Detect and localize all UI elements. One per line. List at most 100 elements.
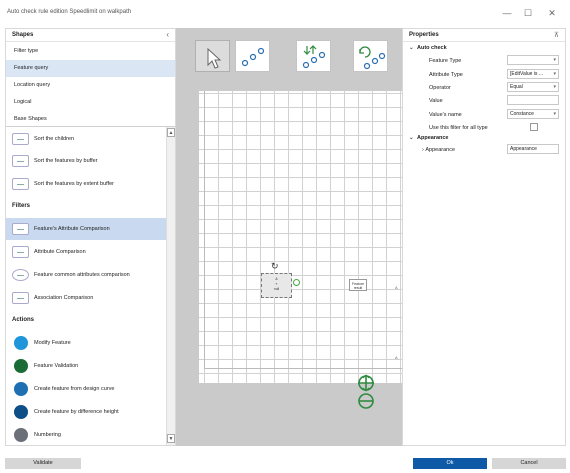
shapes-panel-header: Shapes ‹ — [6, 29, 175, 42]
shape-list-scrollbar[interactable]: ▲ ▼ — [166, 127, 175, 445]
scroll-down-arrow-icon[interactable]: ▼ — [167, 434, 175, 443]
shapes-panel: Shapes ‹ Filter type Feature query Locat… — [5, 28, 176, 446]
ok-button[interactable]: Ok — [413, 458, 487, 469]
table-icon — [12, 246, 29, 258]
category-location-query[interactable]: Location query — [6, 77, 175, 94]
cancel-button[interactable]: Cancel — [492, 458, 566, 469]
auto-check-section[interactable]: ⌄ Auto check — [409, 45, 447, 51]
close-button[interactable]: ✕ — [545, 6, 559, 20]
property-label: Operator — [429, 85, 451, 91]
chevron-down-icon: ▾ — [553, 84, 556, 90]
pointer-tool-button[interactable] — [195, 40, 230, 72]
section-title: Appearance — [417, 135, 449, 141]
circle-icon — [14, 336, 28, 350]
diagram-sheet[interactable]: ↻ & « null Feature result A A — [199, 91, 402, 383]
shape-label: Association Comparison — [34, 295, 94, 301]
connection-point-icon[interactable] — [293, 279, 300, 286]
sheet-border — [204, 91, 402, 369]
property-label: Value's name — [429, 112, 462, 118]
collapse-panel-icon[interactable]: ‹ — [166, 30, 169, 39]
circle-icon — [14, 428, 28, 442]
appearance-value[interactable]: Appearance — [507, 144, 559, 154]
ruler-tick: A — [395, 355, 398, 360]
category-label: Base Shapes — [14, 116, 47, 122]
shape-common-attributes-comparison[interactable]: Feature common attributes comparison — [6, 264, 166, 286]
shape-label: Sort the children — [34, 136, 75, 142]
attribute-type-select[interactable]: [EditValue is ... ▾ — [507, 69, 559, 79]
table-icon — [12, 133, 29, 145]
property-value: [EditValue is ... — [510, 71, 543, 77]
shape-label: Feature's Attribute Comparison — [34, 226, 110, 232]
circle-icon — [14, 359, 28, 373]
category-label: Filter type — [14, 48, 39, 54]
diagram-node-selected[interactable]: & « null — [261, 273, 292, 298]
shape-numbering[interactable]: Numbering — [6, 424, 166, 445]
category-feature-query[interactable]: Feature query — [6, 60, 175, 77]
shape-create-by-difference-height[interactable]: Create feature by difference height — [6, 401, 166, 423]
rotate-handle-icon[interactable]: ↻ — [271, 261, 279, 272]
window-title: Auto check rule edition Speedlimit on wa… — [7, 9, 132, 15]
appearance-section[interactable]: ⌄ Appearance — [409, 135, 449, 141]
category-filter-type[interactable]: Filter type — [6, 43, 175, 60]
diagram-node-feature-result[interactable]: Feature result — [349, 279, 367, 291]
minimize-button[interactable]: — — [500, 6, 514, 20]
table-icon — [12, 155, 29, 167]
shape-sort-children[interactable]: Sort the children — [6, 128, 166, 150]
property-feature-type: Feature Type ▾ — [403, 55, 565, 67]
actions-heading: Actions — [12, 317, 35, 323]
property-value: Constance — [510, 111, 534, 117]
use-filter-all-types-checkbox[interactable] — [530, 123, 538, 131]
property-label: Attribute Type — [429, 72, 463, 78]
shape-attribute-comparison[interactable]: Attribute Comparison — [6, 241, 166, 263]
properties-panel-header: Properties ⊼ — [403, 29, 565, 42]
shape-label: Modify Feature — [34, 340, 71, 346]
category-label: Feature query — [14, 65, 49, 71]
shape-list: Sort the children Sort the features by b… — [6, 127, 166, 445]
shape-label: Create feature from design curve — [34, 386, 115, 392]
validate-button[interactable]: Validate — [5, 458, 81, 469]
shape-label: Attribute Comparison — [34, 249, 86, 255]
shape-feature-validation[interactable]: Feature Validation — [6, 355, 166, 377]
property-label: Feature Type — [429, 58, 462, 64]
ruler-tick: A — [395, 285, 398, 290]
pan-zoom-navigator-icon[interactable] — [355, 374, 377, 410]
property-appearance[interactable]: › Appearance Appearance — [403, 144, 565, 156]
shape-create-from-design-curve[interactable]: Create feature from design curve — [6, 378, 166, 400]
property-operator: Operator Equal ▾ — [403, 82, 565, 94]
scroll-up-arrow-icon[interactable]: ▲ — [167, 128, 175, 137]
shape-feature-attribute-comparison[interactable]: Feature's Attribute Comparison — [6, 218, 166, 240]
values-name-select[interactable]: Constance ▾ — [507, 109, 559, 119]
table-icon — [12, 292, 29, 304]
property-value: Equal — [510, 84, 523, 90]
table-icon — [12, 178, 29, 190]
table-icon — [12, 223, 29, 235]
properties-panel-title: Properties — [409, 32, 439, 38]
operator-select[interactable]: Equal ▾ — [507, 82, 559, 92]
shape-sort-by-extent-buffer[interactable]: Sort the features by extent buffer — [6, 173, 166, 195]
shape-sort-by-buffer[interactable]: Sort the features by buffer — [6, 150, 166, 172]
category-logical[interactable]: Logical — [6, 94, 175, 111]
shape-label: Feature common attributes comparison — [34, 272, 130, 278]
pointer-icon — [207, 47, 222, 69]
loop-connector-icon — [359, 46, 386, 70]
property-label: Value — [429, 98, 443, 104]
category-label: Location query — [14, 82, 51, 88]
connector-icon — [241, 47, 265, 67]
shape-association-comparison[interactable]: Association Comparison — [6, 287, 166, 309]
maximize-button[interactable]: ☐ — [521, 6, 535, 20]
shape-label: Create feature by difference height — [34, 409, 119, 415]
circle-icon — [14, 405, 28, 419]
diagram-canvas[interactable]: ↻ & « null Feature result A A — [176, 28, 402, 446]
feature-type-select[interactable]: ▾ — [507, 55, 559, 65]
value-input[interactable] — [507, 95, 559, 105]
pin-icon[interactable]: ⊼ — [554, 31, 559, 39]
shape-label: Feature Validation — [34, 363, 79, 369]
shape-modify-feature[interactable]: Modify Feature — [6, 332, 166, 354]
loop-connector-tool-button[interactable] — [353, 40, 388, 72]
property-label-text: Appearance — [425, 147, 456, 153]
table-icon — [12, 269, 29, 281]
title-bar: Auto check rule edition Speedlimit on wa… — [0, 0, 570, 26]
sort-connector-tool-button[interactable] — [296, 40, 331, 72]
connector-tool-button[interactable] — [235, 40, 270, 72]
shape-label: Sort the features by buffer — [34, 158, 98, 164]
